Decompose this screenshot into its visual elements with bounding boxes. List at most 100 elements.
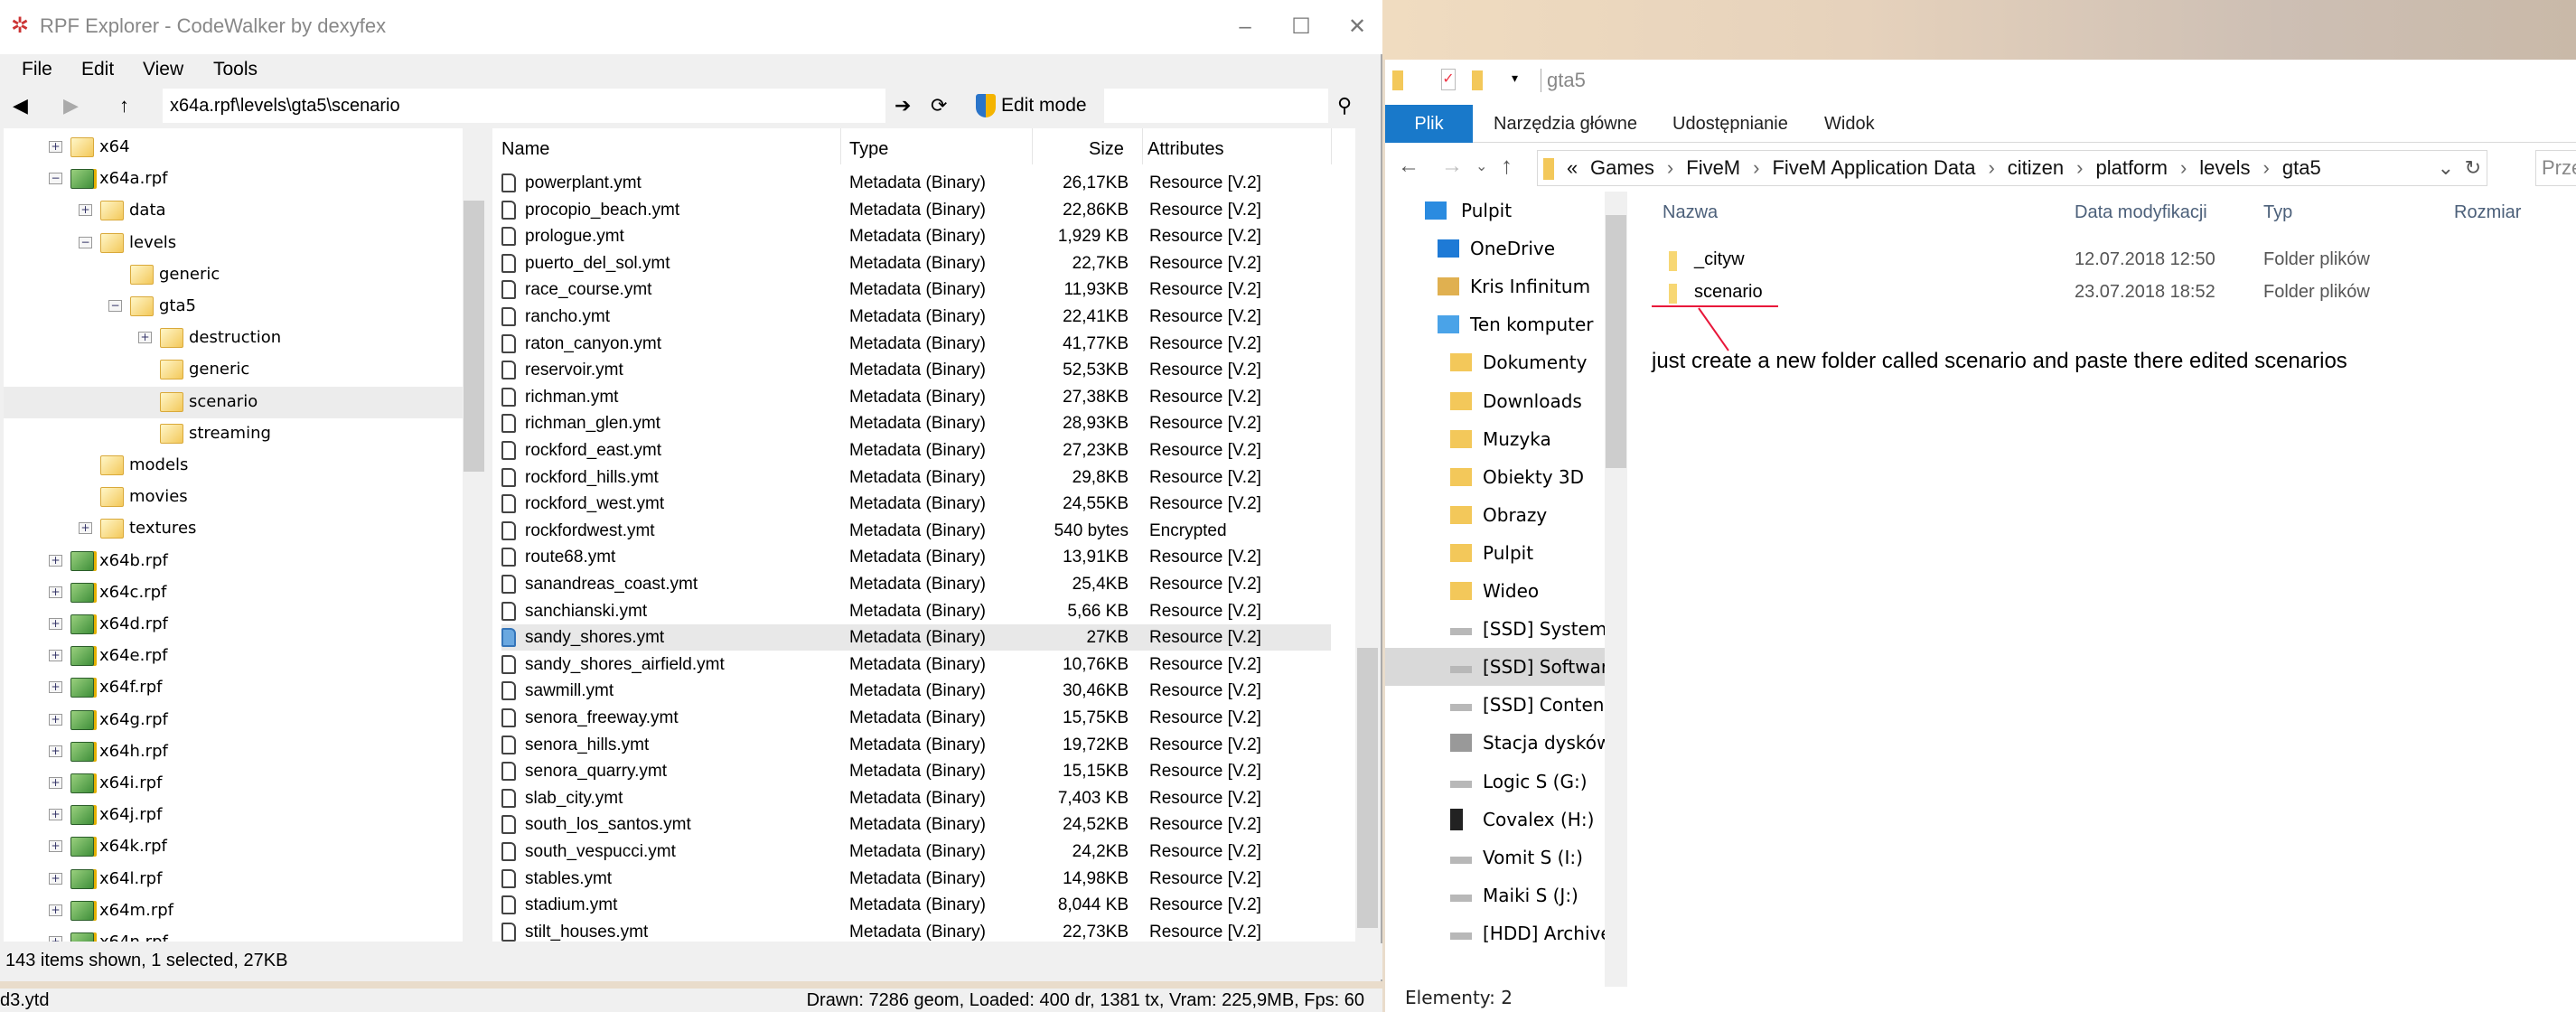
file-row[interactable]: senora_freeway.ymt Metadata (Binary) 15,75… <box>501 705 1331 731</box>
tree-item[interactable]: + x64l.rpf <box>4 864 463 895</box>
nav-item[interactable]: Vomit S (I:) <box>1385 839 1605 876</box>
nav-item[interactable]: [SSD] System (C <box>1385 610 1627 648</box>
col-attributes[interactable]: Attributes <box>1147 139 1223 160</box>
collapse-icon[interactable]: − <box>108 300 122 312</box>
expand-icon[interactable]: + <box>79 204 92 217</box>
file-row[interactable]: prologue.ymt Metadata (Binary) 1,929 KB Res… <box>501 223 1331 249</box>
expand-icon[interactable]: + <box>49 141 62 153</box>
nav-item[interactable]: Maiki S (J:) <box>1385 876 1605 914</box>
tree-scrollbar-thumb[interactable] <box>464 201 484 472</box>
file-row[interactable]: slab_city.ymt Metadata (Binary) 7,403 KB Re… <box>501 785 1331 811</box>
expand-icon[interactable]: + <box>49 872 62 885</box>
tree-scrollbar[interactable] <box>463 128 485 942</box>
nav-item[interactable]: Logic S (G:) <box>1385 763 1605 801</box>
tree-item[interactable]: + textures <box>4 513 463 545</box>
expand-icon[interactable]: + <box>49 809 62 821</box>
file-row[interactable]: senora_hills.ymt Metadata (Binary) 19,72KB… <box>501 732 1331 758</box>
file-row[interactable]: rockford_west.ymt Metadata (Binary) 24,55K… <box>501 491 1331 517</box>
tree-item[interactable]: + x64i.rpf <box>4 768 463 800</box>
back-icon[interactable]: ◀ <box>13 92 28 119</box>
tree-item[interactable]: + x64k.rpf <box>4 831 463 863</box>
collapse-icon[interactable]: − <box>49 173 62 185</box>
refresh-icon[interactable]: ⟳ <box>931 92 947 119</box>
expand-icon[interactable]: + <box>79 522 92 535</box>
file-row[interactable]: sandy_shores_airfield.ymt Metadata (Binar… <box>501 651 1331 678</box>
edit-mode-button[interactable]: Edit mode <box>1001 92 1087 119</box>
file-row[interactable]: rockford_east.ymt Metadata (Binary) 27,23K… <box>501 437 1331 464</box>
nav-item[interactable]: [HDD] Archive <box>1385 914 1612 952</box>
expand-icon[interactable]: + <box>49 650 62 662</box>
tree-item[interactable]: + x64f.rpf <box>4 672 463 704</box>
search-input[interactable] <box>1104 89 1328 123</box>
maximize-button[interactable]: ☐ <box>1283 9 1319 45</box>
expand-icon[interactable]: + <box>49 586 62 598</box>
tree-item[interactable]: + x64g.rpf <box>4 705 463 736</box>
file-row[interactable]: race_course.ymt Metadata (Binary) 11,93KB R… <box>501 276 1331 303</box>
file-row[interactable]: south_vespucci.ymt Metadata (Binary) 24,2K… <box>501 839 1331 865</box>
nav-item[interactable]: [SSD] Content ( <box>1385 686 1624 724</box>
file-row[interactable]: sanandreas_coast.ymt Metadata (Binary) 25,… <box>501 571 1331 597</box>
expand-icon[interactable]: + <box>49 777 62 789</box>
tree-item[interactable]: + x64j.rpf <box>4 800 463 831</box>
tree-item[interactable]: models <box>4 450 463 482</box>
file-row[interactable]: rancho.ymt Metadata (Binary) 22,41KB Resour… <box>501 304 1331 330</box>
expand-icon[interactable]: + <box>138 332 152 344</box>
expand-icon[interactable]: + <box>49 904 62 916</box>
file-row[interactable]: richman.ymt Metadata (Binary) 27,38KB Resou… <box>501 384 1331 410</box>
nav-item[interactable]: Wideo <box>1385 572 1605 610</box>
tree-item[interactable]: movies <box>4 482 463 513</box>
expand-icon[interactable]: + <box>49 936 62 942</box>
file-row[interactable]: rockfordwest.ymt Metadata (Binary) 540 byt… <box>501 518 1331 544</box>
col-size[interactable]: Size <box>1089 139 1124 160</box>
tree-item[interactable]: − levels <box>4 228 463 259</box>
expand-icon[interactable]: + <box>49 713 62 726</box>
file-row[interactable]: senora_quarry.ymt Metadata (Binary) 15,15K… <box>501 758 1331 784</box>
nav-item[interactable]: Stacja dysków D <box>1385 724 1627 762</box>
up-arrow-icon[interactable]: ↑ <box>119 92 129 119</box>
file-row[interactable]: rockford_hills.ymt Metadata (Binary) 29,8K… <box>501 464 1331 491</box>
tree-item[interactable]: + x64m.rpf <box>4 895 463 927</box>
file-row[interactable]: stilt_houses.ymt Metadata (Binary) 22,73KB… <box>501 919 1331 942</box>
tree-item[interactable]: + x64h.rpf <box>4 736 463 768</box>
file-row[interactable]: stables.ymt Metadata (Binary) 14,98KB Resou… <box>501 866 1331 892</box>
forward-icon[interactable]: ▶ <box>63 92 79 119</box>
file-row[interactable]: sandy_shores.ymt Metadata (Binary) 27KB Res… <box>501 624 1331 651</box>
nav-item[interactable]: Pulpit <box>1385 534 1605 572</box>
tree-item[interactable]: + x64d.rpf <box>4 609 463 641</box>
expand-icon[interactable]: + <box>49 554 62 567</box>
list-scrollbar-thumb[interactable] <box>1357 648 1378 928</box>
file-row[interactable]: south_los_santos.ymt Metadata (Binary) 24,… <box>501 811 1331 838</box>
nav-item[interactable]: Covalex (H:) <box>1385 801 1605 839</box>
file-row[interactable]: procopio_beach.ymt Metadata (Binary) 22,86… <box>501 197 1331 223</box>
expand-icon[interactable]: + <box>49 618 62 630</box>
nav-item[interactable]: Obiekty 3D <box>1385 458 1605 496</box>
file-row[interactable]: powerplant.ymt Metadata (Binary) 26,17KB Re… <box>501 170 1331 196</box>
file-row[interactable]: sawmill.ymt Metadata (Binary) 30,46KB Resou… <box>501 678 1331 704</box>
close-button[interactable]: ✕ <box>1339 9 1375 45</box>
tree-item[interactable]: + x64e.rpf <box>4 641 463 672</box>
menu-file[interactable]: File <box>22 59 52 80</box>
address-bar[interactable]: x64a.rpf\levels\gta5\scenario <box>163 89 885 123</box>
nav-item[interactable]: Muzyka <box>1385 420 1605 458</box>
menu-tools[interactable]: Tools <box>213 59 258 80</box>
tree-item[interactable]: + data <box>4 195 463 227</box>
file-row[interactable]: route68.ymt Metadata (Binary) 13,91KB Resou… <box>501 544 1331 570</box>
tree-item[interactable]: + x64c.rpf <box>4 577 463 609</box>
file-row[interactable]: stadium.ymt Metadata (Binary) 8,044 KB Reso… <box>501 892 1331 918</box>
expand-icon[interactable]: + <box>49 840 62 853</box>
tree-item[interactable]: + destruction <box>4 323 463 354</box>
expand-icon[interactable]: + <box>49 681 62 694</box>
tree-item[interactable]: + x64n.rpf <box>4 927 463 942</box>
expand-icon[interactable]: + <box>49 745 62 757</box>
tree-item[interactable]: − gta5 <box>4 291 463 323</box>
menu-edit[interactable]: Edit <box>81 59 114 80</box>
file-row[interactable]: richman_glen.ymt Metadata (Binary) 28,93KB… <box>501 410 1331 436</box>
tree-item[interactable]: generic <box>4 259 463 291</box>
tree-item[interactable]: scenario <box>4 386 463 418</box>
search-icon[interactable]: ⚲ <box>1337 92 1352 119</box>
nav-item[interactable]: Obrazy <box>1385 496 1605 534</box>
tree-item[interactable]: + x64b.rpf <box>4 546 463 577</box>
list-scrollbar[interactable] <box>1355 128 1380 942</box>
file-row[interactable]: reservoir.ymt Metadata (Binary) 52,53KB Res… <box>501 357 1331 383</box>
go-arrow-icon[interactable]: ➔ <box>895 92 911 119</box>
